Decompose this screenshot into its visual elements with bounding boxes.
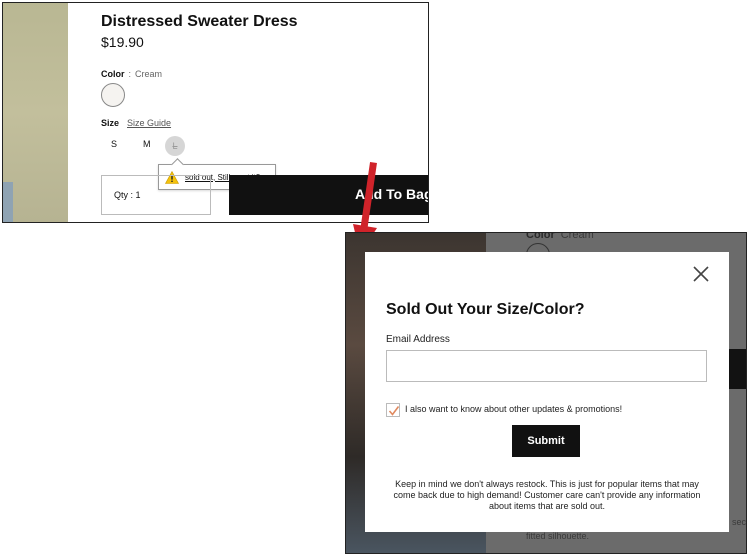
- modal-title: Sold Out Your Size/Color?: [386, 301, 585, 318]
- email-label: Email Address: [386, 334, 450, 345]
- promo-checkbox[interactable]: [386, 403, 400, 417]
- size-guide-link[interactable]: Size Guide: [127, 118, 171, 128]
- background-text: sec: [731, 517, 746, 527]
- restock-notice: Keep in mind we don't always restock. Th…: [393, 479, 701, 511]
- color-swatch-cream[interactable]: [101, 83, 125, 107]
- checkmark-icon: [388, 406, 400, 416]
- promo-label: I also want to know about other updates …: [405, 404, 623, 414]
- product-photo: [3, 3, 68, 222]
- sold-out-modal-screenshot: Color Cream sec fitted silhouette. Sold O…: [345, 232, 747, 554]
- size-option-s[interactable]: S: [111, 139, 117, 149]
- background-color-label: Color: [526, 232, 555, 241]
- size-option-m[interactable]: M: [143, 139, 151, 149]
- email-field[interactable]: [386, 350, 707, 382]
- color-row: Color: Cream: [101, 69, 162, 79]
- color-value: Cream: [135, 69, 163, 79]
- sold-out-modal: Sold Out Your Size/Color? Email Address …: [365, 252, 729, 532]
- color-label: Color: [101, 69, 125, 79]
- product-price: $19.90: [101, 34, 144, 50]
- close-icon[interactable]: [693, 266, 709, 282]
- add-to-bag-button[interactable]: Add To Bag: [229, 175, 428, 215]
- submit-button[interactable]: Submit: [512, 425, 580, 457]
- product-title: Distressed Sweater Dress: [101, 13, 298, 30]
- quantity-select[interactable]: Qty : 1: [101, 175, 211, 215]
- background-color-value: Cream: [560, 232, 594, 241]
- size-row: Size Size Guide: [101, 118, 171, 128]
- background-color-row: Color Cream: [526, 232, 594, 241]
- color-separator: :: [128, 69, 132, 79]
- background-description: fitted silhouette.: [526, 531, 590, 541]
- size-option-l-sold-out[interactable]: L: [165, 136, 185, 156]
- size-label: Size: [101, 118, 120, 128]
